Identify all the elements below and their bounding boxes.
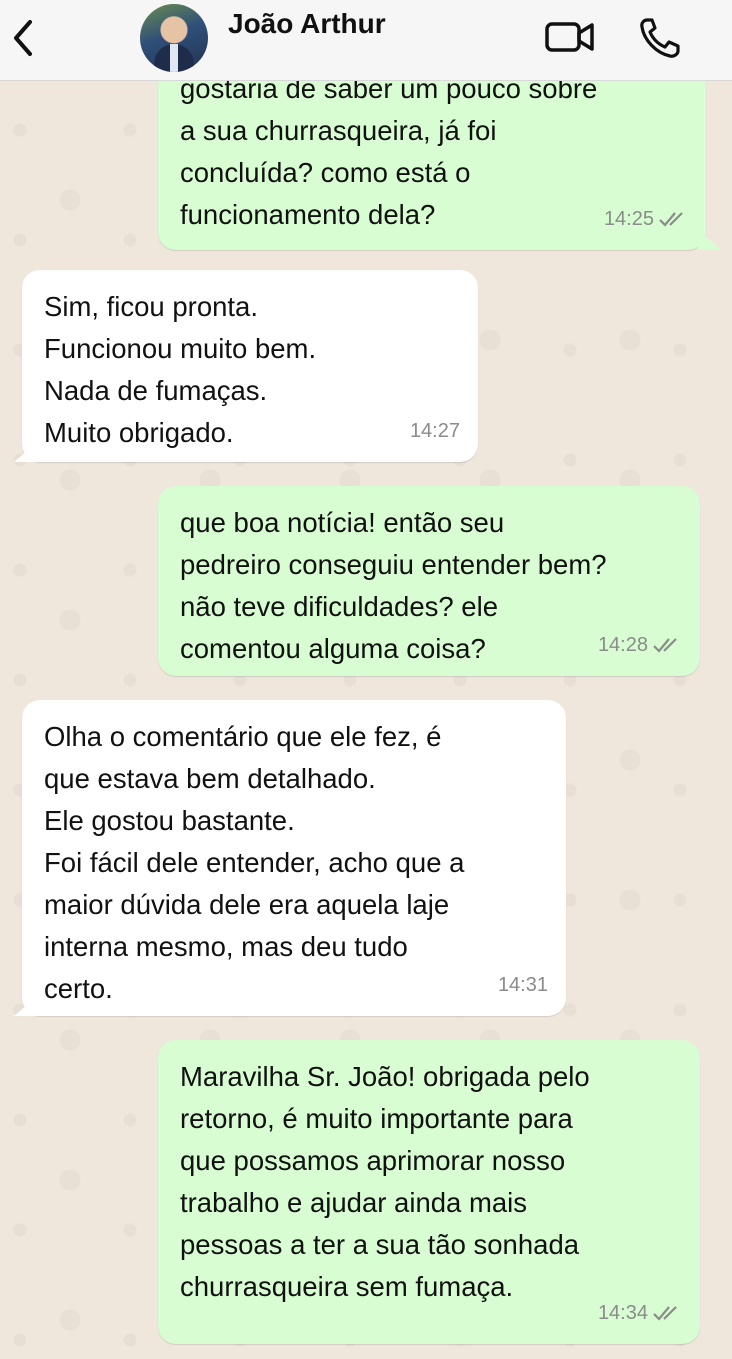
message-bubble-outgoing[interactable]: gostaria de saber um pouco sobre a sua c… — [158, 60, 706, 250]
message-line: Funcionou muito bem. — [44, 333, 317, 364]
contact-name[interactable]: João Arthur — [228, 8, 386, 40]
message-meta: 14:34 — [598, 1292, 682, 1334]
message-line: a sua churrasqueira, já foi — [180, 115, 497, 146]
avatar-shirt — [170, 44, 178, 72]
phone-icon[interactable] — [638, 16, 682, 60]
message-meta: 14:25 — [604, 198, 688, 240]
message-line: que possamos aprimorar nosso — [180, 1145, 566, 1176]
message-line: retorno, é muito importante para — [180, 1103, 573, 1134]
message-line: Sim, ficou pronta. — [44, 291, 258, 322]
message-line: maior dúvida dele era aquela laje — [44, 889, 450, 920]
message-line: concluída? como está o — [180, 157, 471, 188]
double-check-icon — [659, 212, 683, 227]
message-time: 14:25 — [603, 208, 654, 230]
message-line: Foi fácil dele entender, acho que a — [44, 847, 465, 878]
message-meta: 14:28 — [598, 624, 682, 666]
message-line: não teve dificuldades? ele — [180, 591, 499, 622]
message-list[interactable]: gostaria de saber um pouco sobre a sua c… — [0, 0, 732, 1359]
message-bubble-incoming[interactable]: Sim, ficou pronta. Funcionou muito bem. … — [22, 270, 478, 462]
message-line: que estava bem detalhado. — [44, 763, 376, 794]
message-line: Olha o comentário que ele fez, é — [44, 721, 442, 752]
message-line: certo. — [44, 973, 113, 1004]
double-check-icon — [653, 638, 677, 653]
message-bubble-incoming[interactable]: Olha o comentário que ele fez, é que est… — [22, 700, 566, 1016]
video-camera-icon[interactable] — [544, 18, 596, 56]
message-line: que boa notícia! então seu — [180, 507, 505, 538]
message-line: pessoas a ter a sua tão sonhada — [180, 1229, 580, 1260]
bubble-tail — [698, 230, 722, 250]
message-time: 14:28 — [597, 634, 648, 656]
message-bubble-outgoing[interactable]: Maravilha Sr. João! obrigada pelo retorn… — [158, 1040, 700, 1344]
message-line: Muito obrigado. — [44, 417, 234, 448]
double-check-icon — [653, 1306, 677, 1321]
message-line: Maravilha Sr. João! obrigada pelo — [180, 1061, 590, 1092]
message-meta: 14:31 — [498, 964, 548, 1006]
message-line: Nada de fumaças. — [44, 375, 268, 406]
chevron-left-icon[interactable] — [8, 18, 38, 58]
message-time: 14:31 — [497, 974, 548, 996]
message-bubble-outgoing[interactable]: que boa notícia! então seu pedreiro cons… — [158, 486, 700, 676]
message-meta: 14:27 — [410, 410, 460, 452]
message-line: interna mesmo, mas deu tudo — [44, 931, 408, 962]
chat-header: João Arthur — [0, 0, 732, 81]
message-time: 14:27 — [409, 420, 460, 442]
avatar[interactable] — [140, 4, 208, 72]
message-line: Ele gostou bastante. — [44, 805, 295, 836]
message-time: 14:34 — [597, 1302, 648, 1324]
message-line: pedreiro conseguiu entender bem? — [180, 549, 607, 580]
message-line: trabalho e ajudar ainda mais — [180, 1187, 528, 1218]
